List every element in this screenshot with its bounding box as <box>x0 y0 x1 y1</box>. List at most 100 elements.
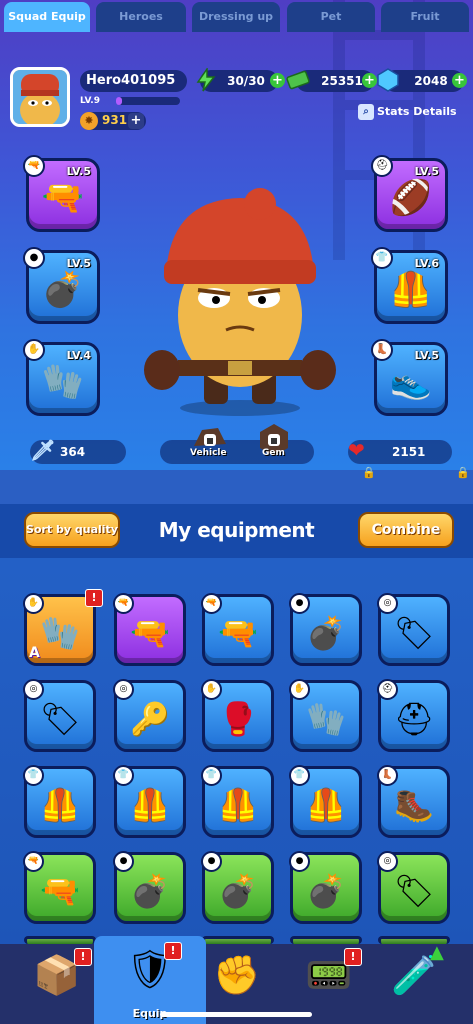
tab-fruit[interactable]: Fruit <box>381 2 469 32</box>
fist-icon: ✊ <box>213 953 261 997</box>
stats-details-button[interactable]: ⌕ Stats Details <box>358 104 457 120</box>
upgrade-arrow-icon: ▲ <box>430 942 444 963</box>
equipment-item[interactable]: 🔫 🔫 <box>23 851 96 924</box>
tab-heroes[interactable]: Heroes <box>96 2 186 32</box>
item-type-icon: ✋ <box>289 679 310 700</box>
add-cash-button[interactable]: + <box>362 73 377 88</box>
player-avatar[interactable] <box>10 67 70 127</box>
slot-boots[interactable]: 👢 👟 LV.5 <box>371 339 448 416</box>
equipment-item[interactable]: ✋ 🧤 A! <box>23 589 103 666</box>
add-coins-button[interactable]: + <box>128 113 144 129</box>
boots-type-icon: 👢 <box>371 339 393 361</box>
equipment-item[interactable]: ● 💣 <box>201 851 274 924</box>
pistol-icon: 🔫 <box>41 177 85 218</box>
item-type-icon: ◎ <box>377 851 398 872</box>
slot-level: LV.4 <box>66 349 91 362</box>
slot-level: LV.5 <box>66 257 91 270</box>
equipment-item[interactable]: ◎ 🔑 <box>113 679 186 752</box>
dogtag-icon: 🏷 <box>393 614 435 653</box>
vehicle-label: Vehicle <box>190 448 227 458</box>
grenade-icon: 💣 <box>218 872 258 911</box>
item-type-icon: 🔫 <box>23 851 44 872</box>
equipment-item-partial[interactable] <box>202 936 274 944</box>
helmet-icon: ⛑ <box>393 700 435 739</box>
item-grade: A <box>29 645 40 661</box>
throwable-type-icon: ● <box>23 247 45 269</box>
gem-value: 2048 <box>414 74 448 88</box>
slot-level: LV.5 <box>66 165 91 178</box>
keychain-icon: 🔑 <box>130 700 170 739</box>
equipment-item[interactable]: ● 💣 <box>289 593 362 666</box>
cash-value: 25351 <box>321 74 363 88</box>
equipment-item[interactable]: 👕 🦺 <box>201 765 274 838</box>
nav-fight[interactable]: ✊ <box>202 948 272 1008</box>
nav-device[interactable]: 📟 ! <box>294 948 364 1008</box>
health-stat: ❤ 2151 <box>348 438 452 464</box>
equipment-item-partial[interactable] <box>24 936 96 944</box>
combine-button[interactable]: Combine <box>358 512 454 548</box>
hero-character <box>144 188 336 416</box>
equipment-item[interactable]: ● 💣 <box>289 851 362 924</box>
health-value: 2151 <box>392 445 426 459</box>
tab-dressing-up[interactable]: Dressing up <box>192 2 280 32</box>
gem-label: Gem <box>262 448 285 458</box>
item-type-icon: ● <box>289 851 310 872</box>
vest-icon: 🦺 <box>306 786 346 825</box>
equipment-item[interactable]: 👢 🥾 <box>377 765 450 838</box>
armor-icon: 🦺 <box>218 786 258 825</box>
armor-icon: 🛡 <box>125 947 175 991</box>
item-type-icon: 🔫 <box>113 593 134 614</box>
pistol-icon: 🔫 <box>40 872 80 911</box>
glove-icon: 🥊 <box>218 700 258 739</box>
armor-type-icon: 👕 <box>371 247 393 269</box>
player-level: LV.9 <box>80 96 100 106</box>
nav-shop[interactable]: 📦 ! <box>22 948 92 1008</box>
weapon-type-icon: 🔫 <box>23 155 45 177</box>
gloves-icon: 🧤 <box>41 361 85 402</box>
item-type-icon: 👕 <box>23 765 44 786</box>
tab-bar <box>0 470 473 504</box>
equipment-item[interactable]: ✋ 🥊 <box>201 679 274 752</box>
equipment-item[interactable]: 👕 🦺 <box>23 765 96 838</box>
coin-value: 931 <box>102 113 128 127</box>
tab-pet[interactable]: Pet <box>287 2 375 32</box>
lock-icon: 🔒 <box>456 466 470 479</box>
heart-icon: ❤ <box>348 438 365 462</box>
dogtag-icon: 🏷 <box>39 700 81 739</box>
slot-weapon[interactable]: 🔫 🔫 LV.5 <box>23 155 100 232</box>
item-type-icon: ✋ <box>201 679 222 700</box>
item-type-icon: ● <box>201 851 222 872</box>
lightning-icon <box>196 68 216 92</box>
equipment-item[interactable]: ⛑ ⛑ <box>377 679 450 752</box>
slot-helmet[interactable]: ⛑ 🏈 LV.5 <box>371 155 448 232</box>
equipment-item[interactable]: 👕 🦺 <box>113 765 186 838</box>
equipment-item[interactable]: 👕 🦺 <box>289 765 362 838</box>
equipment-item[interactable]: 🔫 🔫 <box>113 593 186 666</box>
pistol-icon: 🔫 <box>130 614 170 653</box>
lock-icon: 🔒 <box>362 466 376 479</box>
tab-squad-equip[interactable]: Squad Equip <box>4 2 90 32</box>
equipment-item-partial[interactable] <box>290 936 362 944</box>
slot-armor[interactable]: 👕 🦺 LV.6 <box>371 247 448 324</box>
grenade-icon: 💣 <box>41 269 85 310</box>
item-type-icon: ✋ <box>23 593 44 614</box>
equipment-item[interactable]: ◎ 🏷 <box>23 679 96 752</box>
slot-gloves[interactable]: ✋ 🧤 LV.4 <box>23 339 100 416</box>
add-energy-button[interactable]: + <box>270 73 285 88</box>
slot-level: LV.5 <box>414 165 439 178</box>
add-gems-button[interactable]: + <box>452 73 467 88</box>
equipment-item[interactable]: ◎ 🏷 <box>377 593 450 666</box>
player-name[interactable]: Hero401095 <box>80 70 187 92</box>
gem-icon <box>377 68 399 92</box>
nav-equip[interactable]: 🛡 ! Equip <box>94 936 206 1024</box>
helmet-type-icon: ⛑ <box>371 155 393 177</box>
slot-throwable[interactable]: ● 💣 LV.5 <box>23 247 100 324</box>
boot-icon: 🥾 <box>394 786 434 825</box>
equipment-item[interactable]: 🔫 🔫 <box>201 593 274 666</box>
equipment-item[interactable]: ◎ 🏷 <box>377 851 450 924</box>
equipment-item[interactable]: ✋ 🧤 <box>289 679 362 752</box>
equipment-item[interactable]: ● 💣 <box>113 851 186 924</box>
armor-icon: 🦺 <box>130 786 170 825</box>
nav-upgrade[interactable]: 🧪 ▲ <box>380 942 450 1008</box>
sword-icon: 🗡 <box>30 438 56 462</box>
